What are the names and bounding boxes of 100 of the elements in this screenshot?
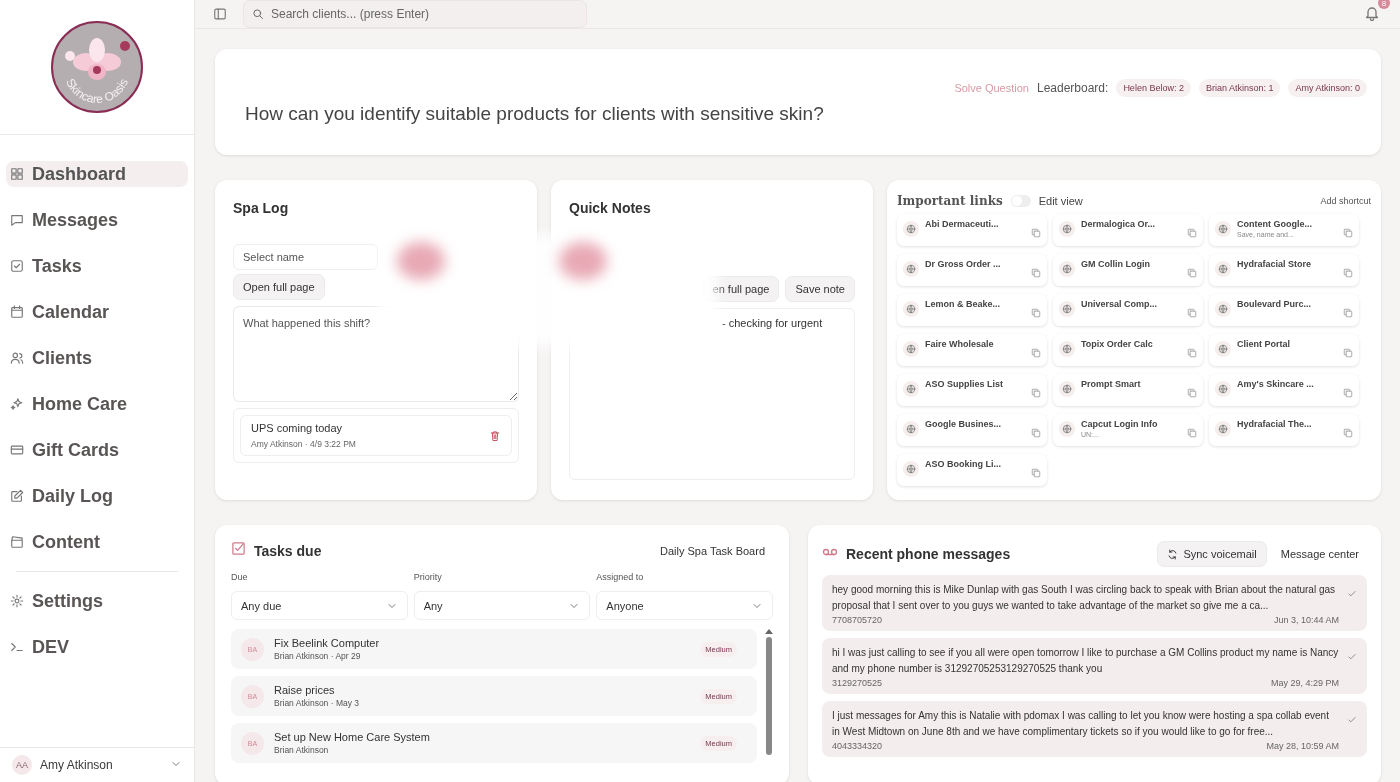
link-tile[interactable]: Client Portal [1209, 334, 1359, 366]
globe-icon [906, 464, 916, 474]
trash-icon [489, 430, 501, 442]
settings-icon [10, 594, 24, 608]
globe-icon [1062, 224, 1072, 234]
phone-message[interactable] [822, 575, 1367, 631]
link-tile[interactable]: Prompt Smart [1053, 374, 1203, 406]
copy-icon [1187, 428, 1197, 438]
entry-meta: Amy Atkinson · 4/9 3:22 PM [251, 439, 356, 449]
nav-item[interactable]: Messages [6, 197, 188, 243]
sync-voicemail-button[interactable]: Sync voicemail [1157, 541, 1267, 567]
search-field[interactable]: Search clients... (press Enter) [243, 0, 587, 28]
nav-item[interactable]: Dashboard [6, 161, 188, 187]
link-tile[interactable]: ASO Supplies List [897, 374, 1047, 406]
nav-item[interactable]: Gift Cards [6, 427, 188, 473]
link-tile[interactable]: Dr Gross Order ... [897, 254, 1047, 286]
link-tile[interactable]: Universal Comp... [1053, 294, 1203, 326]
filter-label: Priority [413, 572, 443, 582]
nav-item[interactable]: Calendar [6, 289, 188, 335]
link-tile[interactable]: Faire Wholesale [897, 334, 1047, 366]
nav-item[interactable]: DEV [6, 624, 188, 670]
message-text: hey good morning this is Mike Dunlap with gas South I was circling back to speak with Brian about the natural gas proposal that I sent over to you guys we wanted to take advantage of the market so give me a ca... [832, 583, 1337, 613]
copy-icon [1031, 268, 1041, 278]
globe-icon [1218, 424, 1228, 434]
filter-dropdown[interactable]: Anyone [596, 591, 773, 620]
globe-icon [906, 224, 916, 234]
task-meta: Brian Atkinson · May 3 [274, 698, 360, 708]
scrollbar[interactable] [765, 629, 773, 755]
link-tile[interactable]: Google Busines... [897, 414, 1047, 446]
link-tile[interactable]: Boulevard Purc... [1209, 294, 1359, 326]
globe-icon [1218, 344, 1228, 354]
link-tile[interactable]: Hydrafacial Store [1209, 254, 1359, 286]
check-icon [1347, 652, 1357, 662]
task-meta: Brian Atkinson [274, 745, 330, 755]
task-board-link[interactable]: Daily Spa Task Board [660, 544, 765, 557]
task-title: Raise prices [274, 684, 336, 696]
globe-icon [1218, 264, 1228, 274]
refresh-icon [1167, 548, 1179, 560]
name-select[interactable]: Select name [233, 244, 378, 270]
card-title: Important links [897, 194, 1003, 208]
filter-dropdown[interactable]: Any due [231, 591, 408, 620]
nav-item[interactable]: Settings [6, 578, 188, 624]
message-text: I just messages for Amy this is Natalie with pdomax I was calling to let you know were hosting a spa collab event in West Midtown on June 8th and we have complimentary tickets so if you would like to go for free... [832, 709, 1330, 739]
leaderboard-chip: Amy Atkinson: 0 [1288, 79, 1367, 97]
notification-badge: 8 [1378, 0, 1390, 9]
globe-icon [1062, 304, 1072, 314]
filter-dropdown[interactable]: Any [413, 591, 591, 620]
nav-item[interactable]: Daily Log [6, 473, 188, 519]
link-tile[interactable]: Lemon & Beake... [897, 294, 1047, 326]
nav-item[interactable]: Content [6, 519, 188, 565]
search-icon [252, 8, 264, 20]
link-tile[interactable]: Dermalogica Or... [1053, 214, 1203, 246]
checkbox-icon [231, 541, 246, 556]
filter-label: Assigned to [596, 572, 645, 582]
link-tile[interactable]: Amy's Skincare ... [1209, 374, 1359, 406]
copy-icon [1187, 268, 1197, 278]
globe-icon [1062, 344, 1072, 354]
copy-icon [1031, 428, 1041, 438]
grid-icon [10, 167, 24, 181]
copy-icon [1031, 308, 1041, 318]
card-title: Quick Notes [569, 200, 652, 216]
link-tile[interactable]: Topix Order Calc [1053, 334, 1203, 366]
leaderboard-chip: Brian Atkinson: 1 [1198, 79, 1281, 97]
add-shortcut-link[interactable]: Add shortcut [1320, 196, 1371, 206]
sidebar-toggle-icon [213, 7, 227, 21]
nav-item[interactable]: Tasks [6, 243, 188, 289]
task-title: Fix Beelink Computer [274, 637, 380, 649]
copy-icon [1031, 388, 1041, 398]
check-icon [1347, 715, 1357, 725]
question-text: How can you identify suitable products for clients with sensitive skin? [245, 103, 825, 125]
checkbox-icon [10, 259, 24, 273]
check-icon [1347, 589, 1357, 599]
nav-item[interactable]: Home Care [6, 381, 188, 427]
user-menu[interactable]: AA Amy Atkinson [0, 747, 194, 782]
terminal-icon [10, 640, 24, 654]
copy-icon [1031, 468, 1041, 478]
link-tile[interactable]: Hydrafacial The... [1209, 414, 1359, 446]
phone-message[interactable] [822, 701, 1367, 757]
task-title: Set up New Home Care System [274, 731, 430, 743]
link-tile[interactable]: Abi Dermaceuti... [897, 214, 1047, 246]
globe-icon [1062, 424, 1072, 434]
phone-message[interactable]: hi I was just calling to see if you all were open tomorrow I like to purchase a GM Collins product my name is Nancy and my phone number is 31292705253129270525 thank you 3129270525 May 29, 4:29 PM [822, 638, 1367, 694]
globe-icon [906, 384, 916, 394]
nav-item[interactable]: Clients [6, 335, 188, 381]
save-note-button[interactable]: Save note [785, 276, 855, 302]
globe-icon [1218, 384, 1228, 394]
copy-icon [1343, 268, 1353, 278]
link-tile[interactable]: GM Collin Login [1053, 254, 1203, 286]
globe-icon [906, 344, 916, 354]
copy-icon [1187, 228, 1197, 238]
calendar-icon [10, 305, 24, 319]
open-full-page-button[interactable]: Open full page [233, 274, 325, 300]
card-title: Spa Log [233, 200, 290, 216]
phone-number: 3129270525 [832, 678, 883, 688]
users-icon [10, 351, 24, 365]
globe-icon [906, 424, 916, 434]
link-tile[interactable]: ASO Booking Li... [897, 454, 1047, 486]
copy-icon [1343, 308, 1353, 318]
globe-icon [906, 304, 916, 314]
message-center-link[interactable]: Message center [1280, 548, 1359, 560]
